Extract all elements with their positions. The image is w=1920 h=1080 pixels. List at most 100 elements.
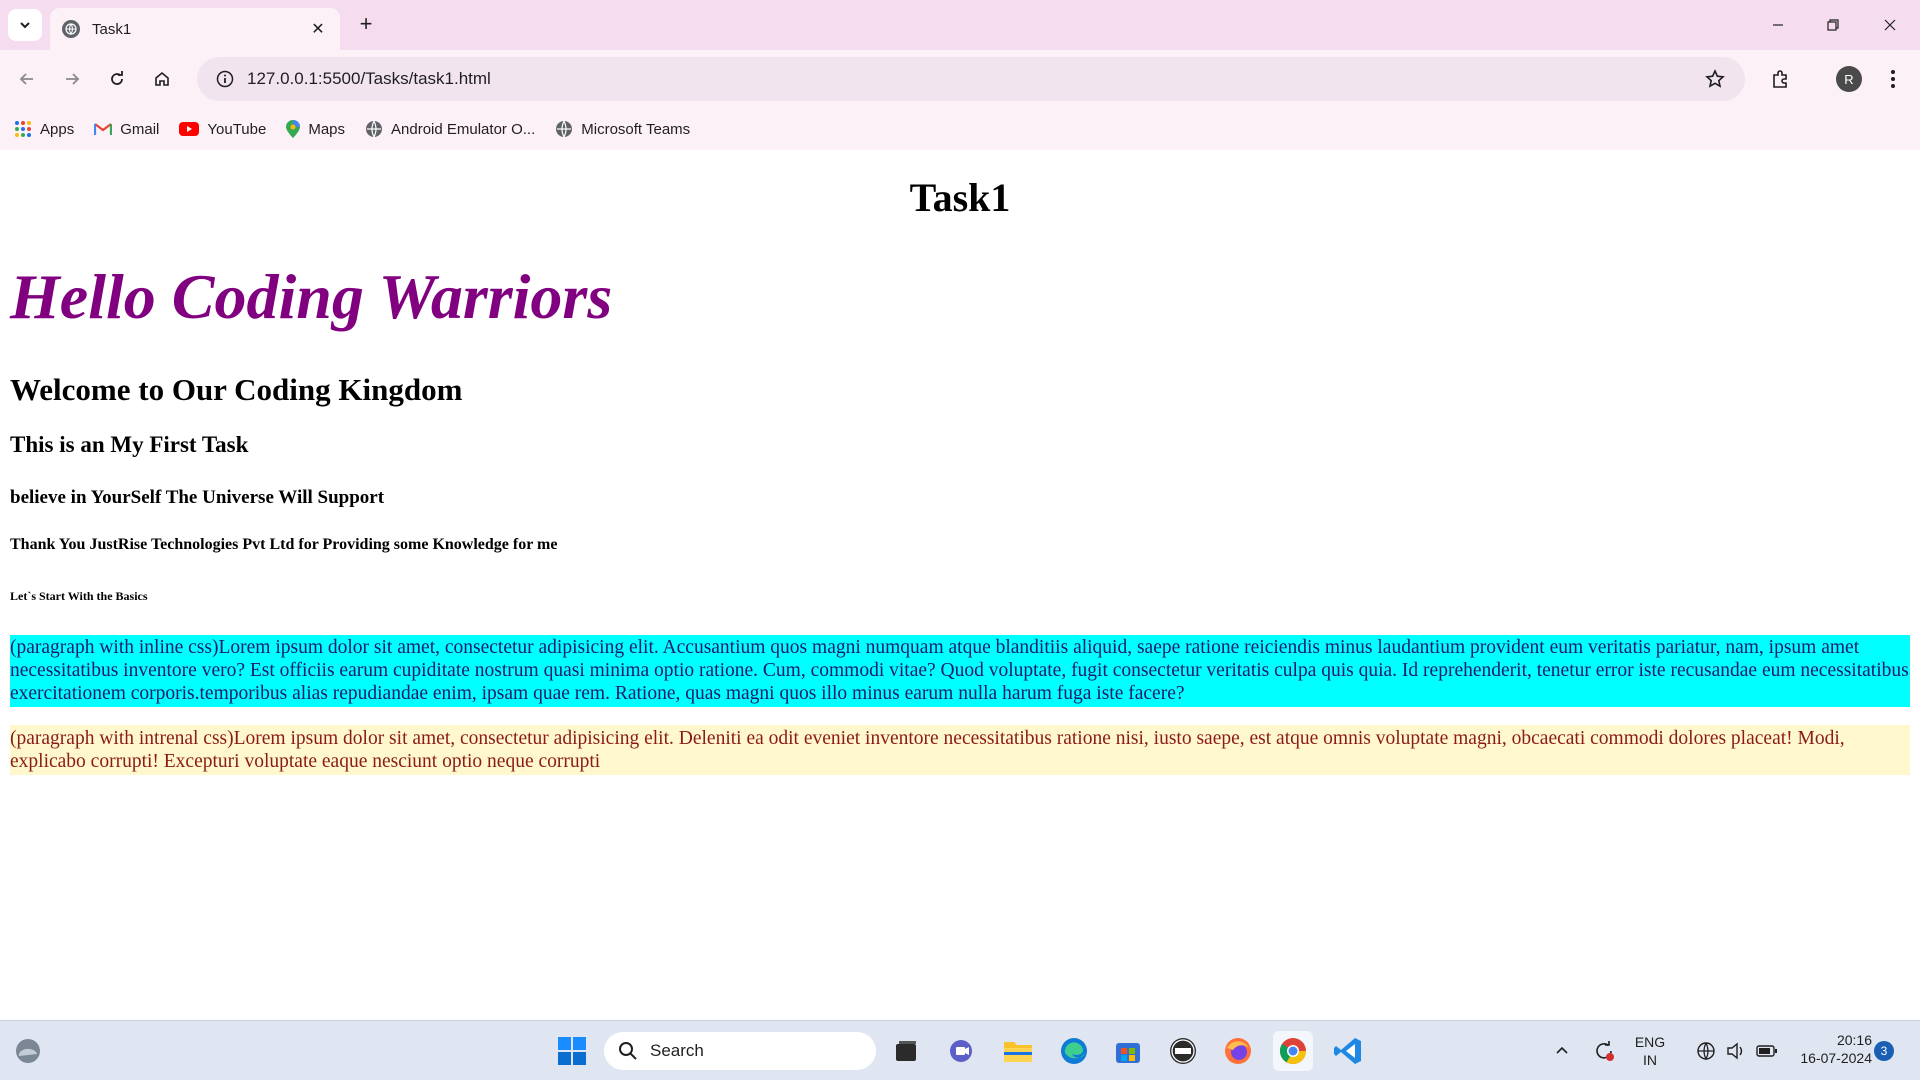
forward-button[interactable]	[55, 62, 89, 96]
close-icon	[1884, 19, 1896, 31]
apps-grid-icon	[15, 121, 31, 137]
restore-button[interactable]	[1813, 10, 1853, 40]
more-vertical-icon	[1891, 70, 1895, 88]
puzzle-icon	[1773, 70, 1787, 88]
arrow-left-icon	[19, 73, 33, 85]
page-title: Task1	[909, 175, 1011, 220]
volume-icon	[1727, 1042, 1743, 1060]
inline-css-paragraph: (paragraph with inline css)Lorem ipsum d…	[10, 635, 1910, 707]
bookmarks-bar: Apps Gmail YouTube Maps Android Emulator…	[0, 108, 1920, 150]
chrome-icon	[1279, 1038, 1307, 1065]
taskbar-dell[interactable]	[1163, 1031, 1203, 1071]
menu-button[interactable]	[1876, 62, 1910, 96]
page-content: Task1 Hello Coding Warriors Welcome to O…	[0, 150, 1920, 1020]
bookmark-gmail[interactable]: Gmail	[94, 121, 159, 138]
bookmark-label: Microsoft Teams	[581, 120, 691, 138]
folder-icon	[1004, 1042, 1032, 1062]
weather-icon	[16, 1039, 40, 1063]
bookmark-label: Gmail	[120, 120, 160, 138]
taskbar-edge[interactable]	[1054, 1031, 1094, 1071]
back-button[interactable]	[10, 62, 44, 96]
gmail-icon	[94, 123, 113, 135]
bookmark-microsoft-teams[interactable]: Microsoft Teams	[555, 120, 690, 138]
reload-button[interactable]	[100, 62, 134, 96]
tab-active[interactable]: Task1 ✕	[50, 8, 340, 50]
internal-css-paragraph: (paragraph with intrenal css)Lorem ipsum…	[10, 725, 1910, 775]
home-button[interactable]	[145, 62, 179, 96]
believe-heading: believe in YourSelf The Universe Will Su…	[10, 487, 385, 508]
welcome-heading: Welcome to Our Coding Kingdom	[10, 372, 463, 407]
show-hidden-icons-button[interactable]	[1542, 1031, 1582, 1071]
language-indicator[interactable]: ENG IN	[1628, 1033, 1672, 1069]
close-tab-icon[interactable]: ✕	[308, 19, 328, 39]
task-view-icon	[896, 1041, 916, 1061]
taskbar-vscode[interactable]	[1328, 1031, 1368, 1071]
bookmark-label: Maps	[308, 120, 346, 138]
vscode-icon	[1334, 1038, 1361, 1064]
site-info-icon[interactable]	[205, 70, 245, 88]
bookmark-android-emulator[interactable]: Android Emulator O...	[365, 120, 535, 138]
maps-pin-icon	[286, 120, 301, 138]
edge-icon	[1061, 1038, 1087, 1064]
clock-date: 16-07-2024	[1800, 1050, 1872, 1066]
close-window-button[interactable]	[1870, 10, 1910, 40]
globe-icon	[62, 20, 80, 38]
minimize-button[interactable]	[1758, 10, 1798, 40]
taskbar-search[interactable]: Search	[604, 1032, 876, 1070]
dell-logo-icon	[1170, 1038, 1196, 1064]
bookmark-star-icon[interactable]	[1695, 69, 1735, 89]
sync-tray-button[interactable]	[1584, 1031, 1624, 1071]
new-tab-button[interactable]: +	[354, 11, 378, 36]
bookmark-youtube[interactable]: YouTube	[179, 121, 266, 138]
clock[interactable]: 20:16 16-07-2024	[1782, 1031, 1872, 1067]
tab-title: Task1	[92, 20, 132, 38]
network-globe-icon	[1697, 1042, 1715, 1061]
video-call-icon	[950, 1040, 972, 1062]
basics-heading: Let`s Start With the Basics	[10, 589, 148, 603]
battery-icon	[1756, 1045, 1777, 1057]
youtube-icon	[179, 122, 200, 136]
profile-avatar[interactable]: R	[1836, 66, 1862, 92]
address-bar[interactable]: 127.0.0.1:5500/Tasks/task1.html	[197, 57, 1745, 101]
search-icon	[619, 1042, 637, 1060]
first-task-heading: This is an My First Task	[10, 432, 249, 457]
url-text[interactable]: 127.0.0.1:5500/Tasks/task1.html	[247, 69, 1695, 89]
taskbar-chrome[interactable]	[1273, 1031, 1313, 1071]
bookmark-label: Android Emulator O...	[391, 120, 536, 138]
weather-widget[interactable]	[8, 1031, 48, 1071]
tab-strip: Task1 ✕ +	[0, 0, 1920, 50]
reload-icon	[111, 71, 123, 85]
quick-settings-button[interactable]	[1677, 1031, 1797, 1071]
bookmark-apps[interactable]: Apps	[14, 120, 74, 138]
taskbar-file-explorer[interactable]	[998, 1031, 1038, 1071]
taskbar-meet[interactable]	[942, 1031, 982, 1071]
arrow-right-icon	[66, 73, 80, 85]
taskbar-store[interactable]	[1108, 1031, 1148, 1071]
bookmark-label: Apps	[40, 120, 75, 138]
firefox-icon	[1225, 1038, 1251, 1064]
globe-icon	[556, 120, 573, 138]
restore-icon	[1827, 19, 1839, 31]
language-code: ENG	[1634, 1034, 1666, 1050]
store-icon	[1116, 1043, 1140, 1063]
taskbar-task-view[interactable]	[886, 1031, 926, 1071]
notification-badge[interactable]: 3	[1874, 1041, 1894, 1061]
home-icon	[155, 71, 169, 86]
sync-icon	[1596, 1041, 1614, 1061]
minimize-icon	[1773, 24, 1783, 26]
taskbar-firefox[interactable]	[1218, 1031, 1258, 1071]
chevron-up-icon	[1556, 1046, 1568, 1054]
tab-search-button[interactable]	[8, 9, 42, 41]
windows-logo-icon	[558, 1037, 586, 1065]
region-code: IN	[1643, 1052, 1657, 1068]
bookmark-maps[interactable]: Maps	[286, 120, 345, 138]
windows-taskbar: Search ENG IN 20:16 16-07-2024 3	[0, 1020, 1920, 1080]
hello-heading: Hello Coding Warriors	[10, 261, 613, 332]
browser-toolbar: 127.0.0.1:5500/Tasks/task1.html R	[0, 50, 1920, 108]
clock-time: 20:16	[1836, 1032, 1872, 1048]
extensions-button[interactable]	[1764, 62, 1798, 96]
thank-you-heading: Thank You JustRise Technologies Pvt Ltd …	[10, 536, 558, 553]
start-button[interactable]	[552, 1031, 592, 1071]
search-placeholder: Search	[650, 1041, 704, 1060]
globe-icon	[366, 120, 383, 138]
